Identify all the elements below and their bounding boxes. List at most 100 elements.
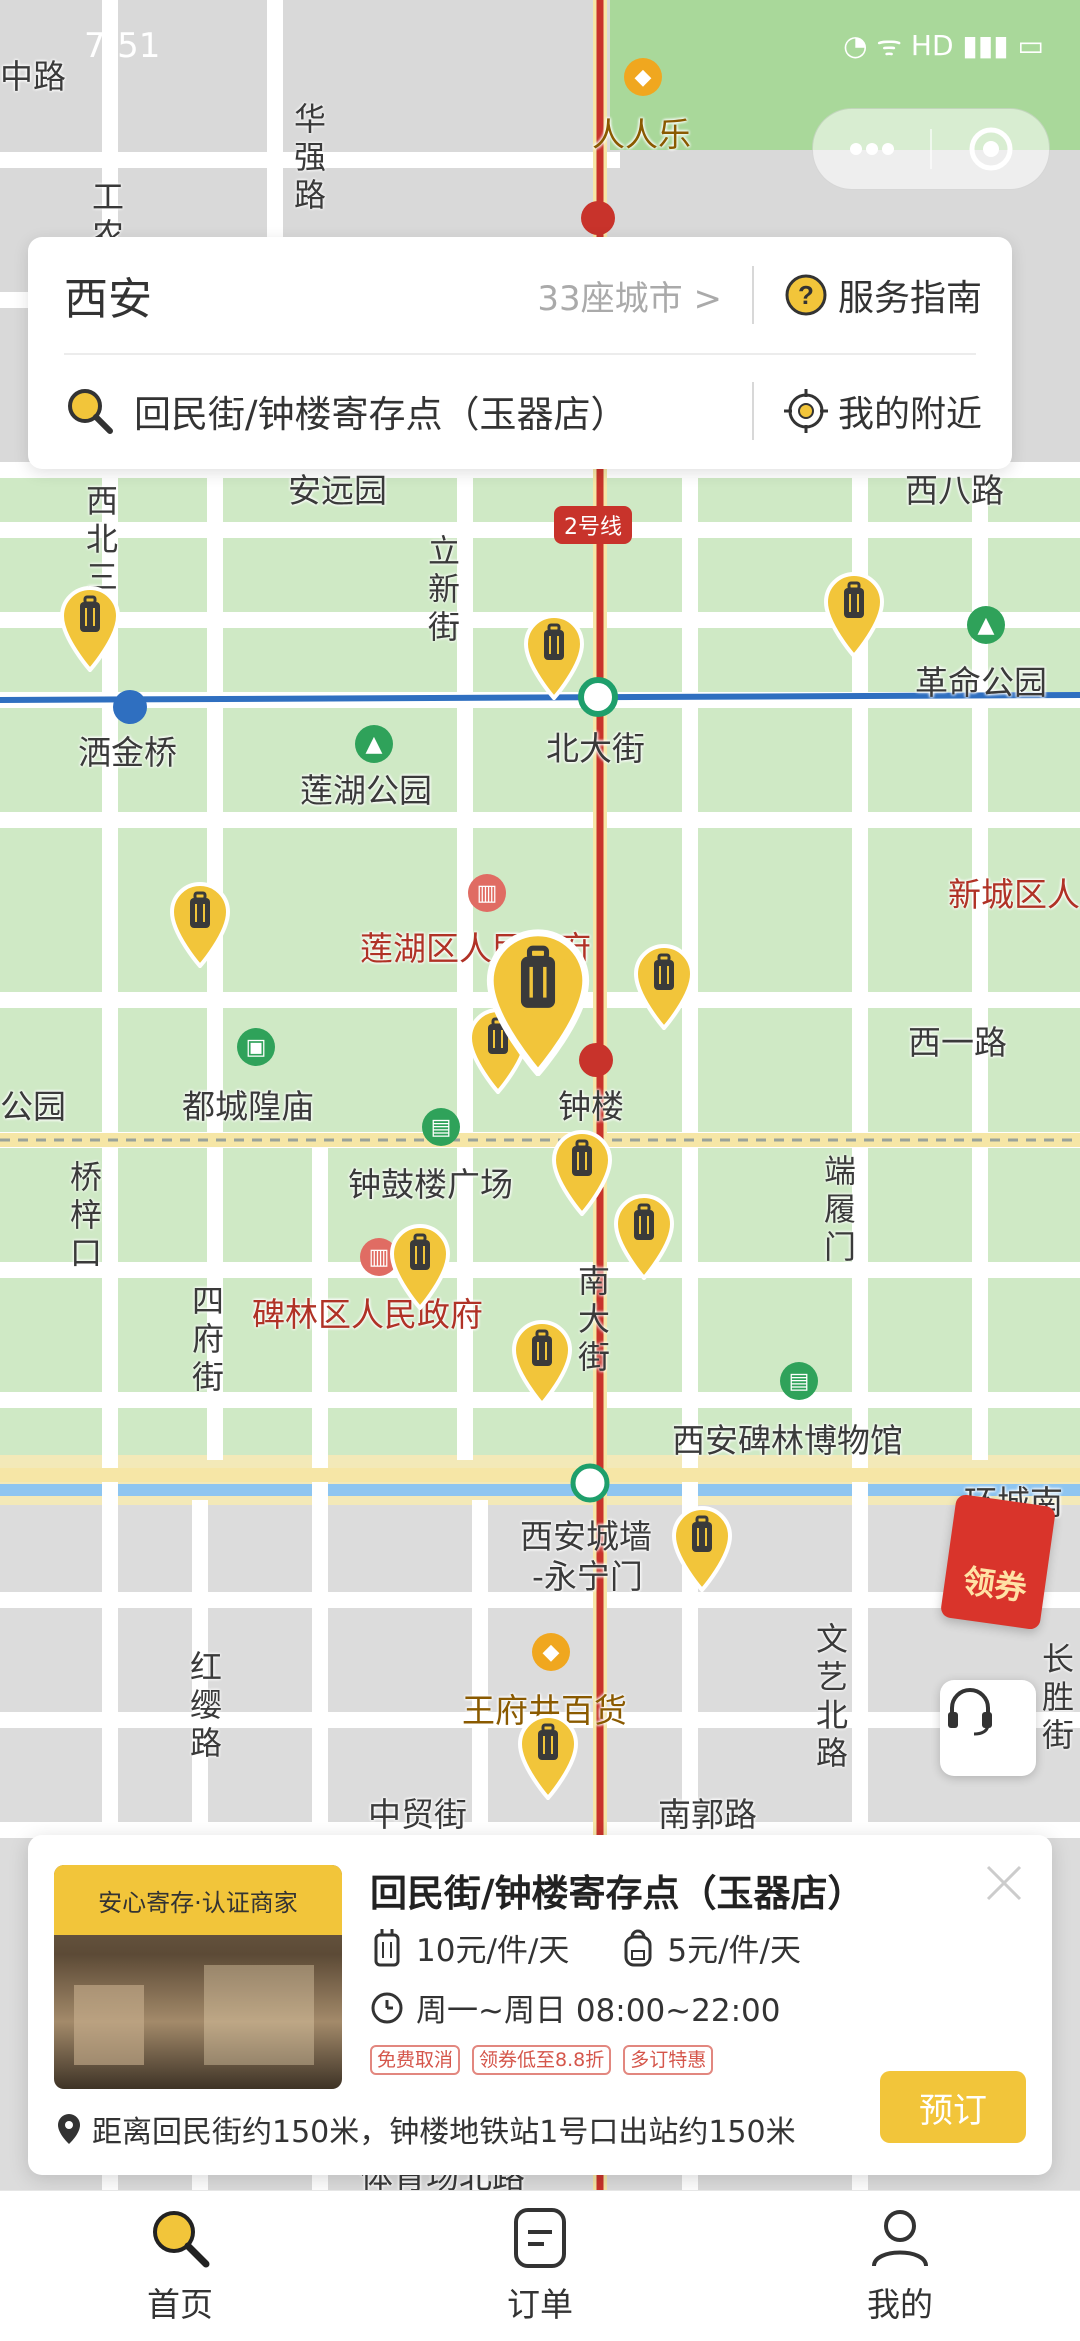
luggage-icon bbox=[374, 1928, 400, 1966]
storage-pin[interactable] bbox=[522, 612, 586, 700]
store-card[interactable]: 安心寄存·认证商家 回民街/钟楼寄存点（玉器店） 10元/件/天 5元/件/天 … bbox=[28, 1835, 1052, 2175]
tab-bar: 首页 订单 我的 bbox=[0, 2190, 1080, 2341]
city-row: 西安 33座城市 > ? 服务指南 bbox=[28, 237, 1012, 353]
business-hours: 周一~周日 08:00~22:00 bbox=[416, 1993, 781, 2029]
search-input[interactable]: 回民街/钟楼寄存点（玉器店） bbox=[134, 384, 627, 438]
search-card: 西安 33座城市 > ? 服务指南 回民街/钟楼寄存点（玉器店） 我的附近 bbox=[28, 237, 1012, 469]
more-icon bbox=[849, 143, 894, 155]
storage-pin[interactable] bbox=[388, 1222, 452, 1310]
question-icon: ? bbox=[785, 274, 827, 316]
store-photo[interactable]: 安心寄存·认证商家 bbox=[54, 1865, 342, 2089]
customer-service-button[interactable] bbox=[940, 1680, 1036, 1776]
luggage-pin-icon bbox=[523, 614, 585, 700]
map-label: 安远园 bbox=[288, 471, 387, 510]
price-bag: 5元/件/天 bbox=[667, 1933, 801, 1969]
city-name[interactable]: 西安 bbox=[64, 263, 152, 327]
luggage-pin-icon bbox=[169, 882, 231, 968]
luggage-pin-icon bbox=[389, 1224, 451, 1310]
map-label: 钟鼓楼广场 bbox=[348, 1165, 513, 1204]
nearby-label: 我的附近 bbox=[837, 394, 982, 435]
promo-tag: 免费取消 bbox=[370, 2045, 461, 2075]
map-label: 西八路 bbox=[905, 471, 1004, 510]
square-icon: ▤ bbox=[422, 1108, 460, 1146]
coupon-label: 领券 bbox=[960, 1561, 1030, 1609]
svg-text:?: ? bbox=[798, 280, 814, 310]
promo-tag: 领券低至8.8折 bbox=[472, 2045, 612, 2075]
storage-pin[interactable] bbox=[632, 942, 696, 1030]
hours-row: 周一~周日 08:00~22:00 bbox=[370, 1985, 780, 2030]
luggage-pin-icon bbox=[671, 1506, 733, 1592]
nearby-button[interactable]: 我的附近 bbox=[783, 385, 982, 437]
map-label: 文艺北路 bbox=[815, 1620, 848, 1772]
city-count-link[interactable]: 33座城市 > bbox=[537, 271, 722, 320]
map-label: 公园 bbox=[0, 1087, 66, 1126]
luggage-pin-icon bbox=[613, 1194, 675, 1280]
close-miniprogram-button[interactable] bbox=[932, 109, 1049, 189]
photo-detail bbox=[74, 1985, 144, 2065]
luggage-pin-icon bbox=[517, 1714, 579, 1800]
map-label: 都城隍庙 bbox=[182, 1087, 314, 1126]
tab-profile[interactable]: 我的 bbox=[720, 2191, 1080, 2341]
map-label: 长胜街 bbox=[1041, 1640, 1074, 1754]
storage-pin[interactable] bbox=[670, 1504, 734, 1592]
selected-storage-pin[interactable] bbox=[480, 926, 596, 1076]
storage-pin[interactable] bbox=[550, 1128, 614, 1216]
map-label: 洒金桥 bbox=[78, 733, 177, 772]
book-button[interactable]: 预订 bbox=[880, 2071, 1026, 2143]
promo-tags: 免费取消 领券低至8.8折 多订特惠 bbox=[370, 2045, 725, 2075]
map-label: 南大街 bbox=[577, 1262, 610, 1376]
clock-icon bbox=[371, 1992, 403, 2023]
store-name: 回民街/钟楼寄存点（玉器店） bbox=[370, 1872, 865, 1915]
luggage-pin-icon bbox=[486, 929, 590, 1076]
storage-pin[interactable] bbox=[516, 1712, 580, 1800]
temple-icon: ▣ bbox=[237, 1028, 275, 1066]
miniprogram-capsule bbox=[812, 108, 1050, 190]
price-row: 10元/件/天 5元/件/天 bbox=[370, 1925, 801, 1970]
coupon-button[interactable]: 领券 bbox=[939, 1493, 1057, 1631]
storage-pin[interactable] bbox=[612, 1192, 676, 1280]
search-icon bbox=[68, 389, 113, 434]
government-icon: ▥ bbox=[468, 874, 506, 912]
headset-icon bbox=[948, 1688, 992, 1736]
map-label: 西安城墙 bbox=[520, 1517, 652, 1556]
locate-icon bbox=[783, 389, 828, 433]
tab-orders[interactable]: 订单 bbox=[360, 2191, 720, 2341]
search-row: 回民街/钟楼寄存点（玉器店） 我的附近 bbox=[28, 353, 1012, 469]
price-luggage: 10元/件/天 bbox=[416, 1933, 570, 1969]
map-label: 中贸街 bbox=[368, 1795, 467, 1834]
mall-icon: ◆ bbox=[532, 1633, 570, 1671]
certified-badge: 安心寄存·认证商家 bbox=[54, 1865, 342, 1935]
map-label: 人人乐 bbox=[592, 115, 691, 154]
user-icon bbox=[872, 2210, 928, 2267]
search-icon bbox=[153, 2211, 210, 2268]
service-guide-label: 服务指南 bbox=[837, 278, 982, 319]
promo-tag: 多订特惠 bbox=[623, 2045, 714, 2075]
map-label: 立新街 bbox=[427, 532, 460, 646]
storage-pin[interactable] bbox=[168, 880, 232, 968]
metro-line-badge: 2号线 bbox=[554, 506, 632, 544]
map-label: 革命公园 bbox=[915, 663, 1047, 702]
storage-pin[interactable] bbox=[510, 1318, 574, 1406]
map-label: 华强路 bbox=[293, 100, 326, 214]
tab-home-label: 首页 bbox=[147, 2285, 213, 2324]
service-guide-button[interactable]: ? 服务指南 bbox=[784, 269, 982, 321]
map-label: 红缨路 bbox=[189, 1648, 222, 1762]
map-label: 莲湖公园 bbox=[300, 771, 432, 810]
map-label: 西安碑林博物馆 bbox=[672, 1421, 903, 1460]
map-label: 西一路 bbox=[908, 1023, 1007, 1062]
museum-icon: ▤ bbox=[780, 1362, 818, 1400]
storage-pin[interactable] bbox=[822, 570, 886, 658]
park-icon: ▲ bbox=[355, 725, 393, 763]
more-button[interactable] bbox=[813, 109, 930, 189]
map-label: 北大街 bbox=[546, 729, 645, 768]
distance-text: 距离回民街约150米，钟楼地铁站1号口出站约150米 bbox=[92, 2115, 796, 2150]
order-icon bbox=[514, 2208, 566, 2268]
luggage-pin-icon bbox=[633, 944, 695, 1030]
map-label: 桥梓口 bbox=[69, 1158, 102, 1272]
location-pin-icon bbox=[58, 2114, 80, 2144]
map-label: -永宁门 bbox=[532, 1557, 643, 1596]
storage-pin[interactable] bbox=[58, 584, 122, 672]
park-icon: ▲ bbox=[967, 606, 1005, 644]
close-icon[interactable] bbox=[982, 1861, 1026, 1905]
tab-home[interactable]: 首页 bbox=[0, 2191, 360, 2341]
